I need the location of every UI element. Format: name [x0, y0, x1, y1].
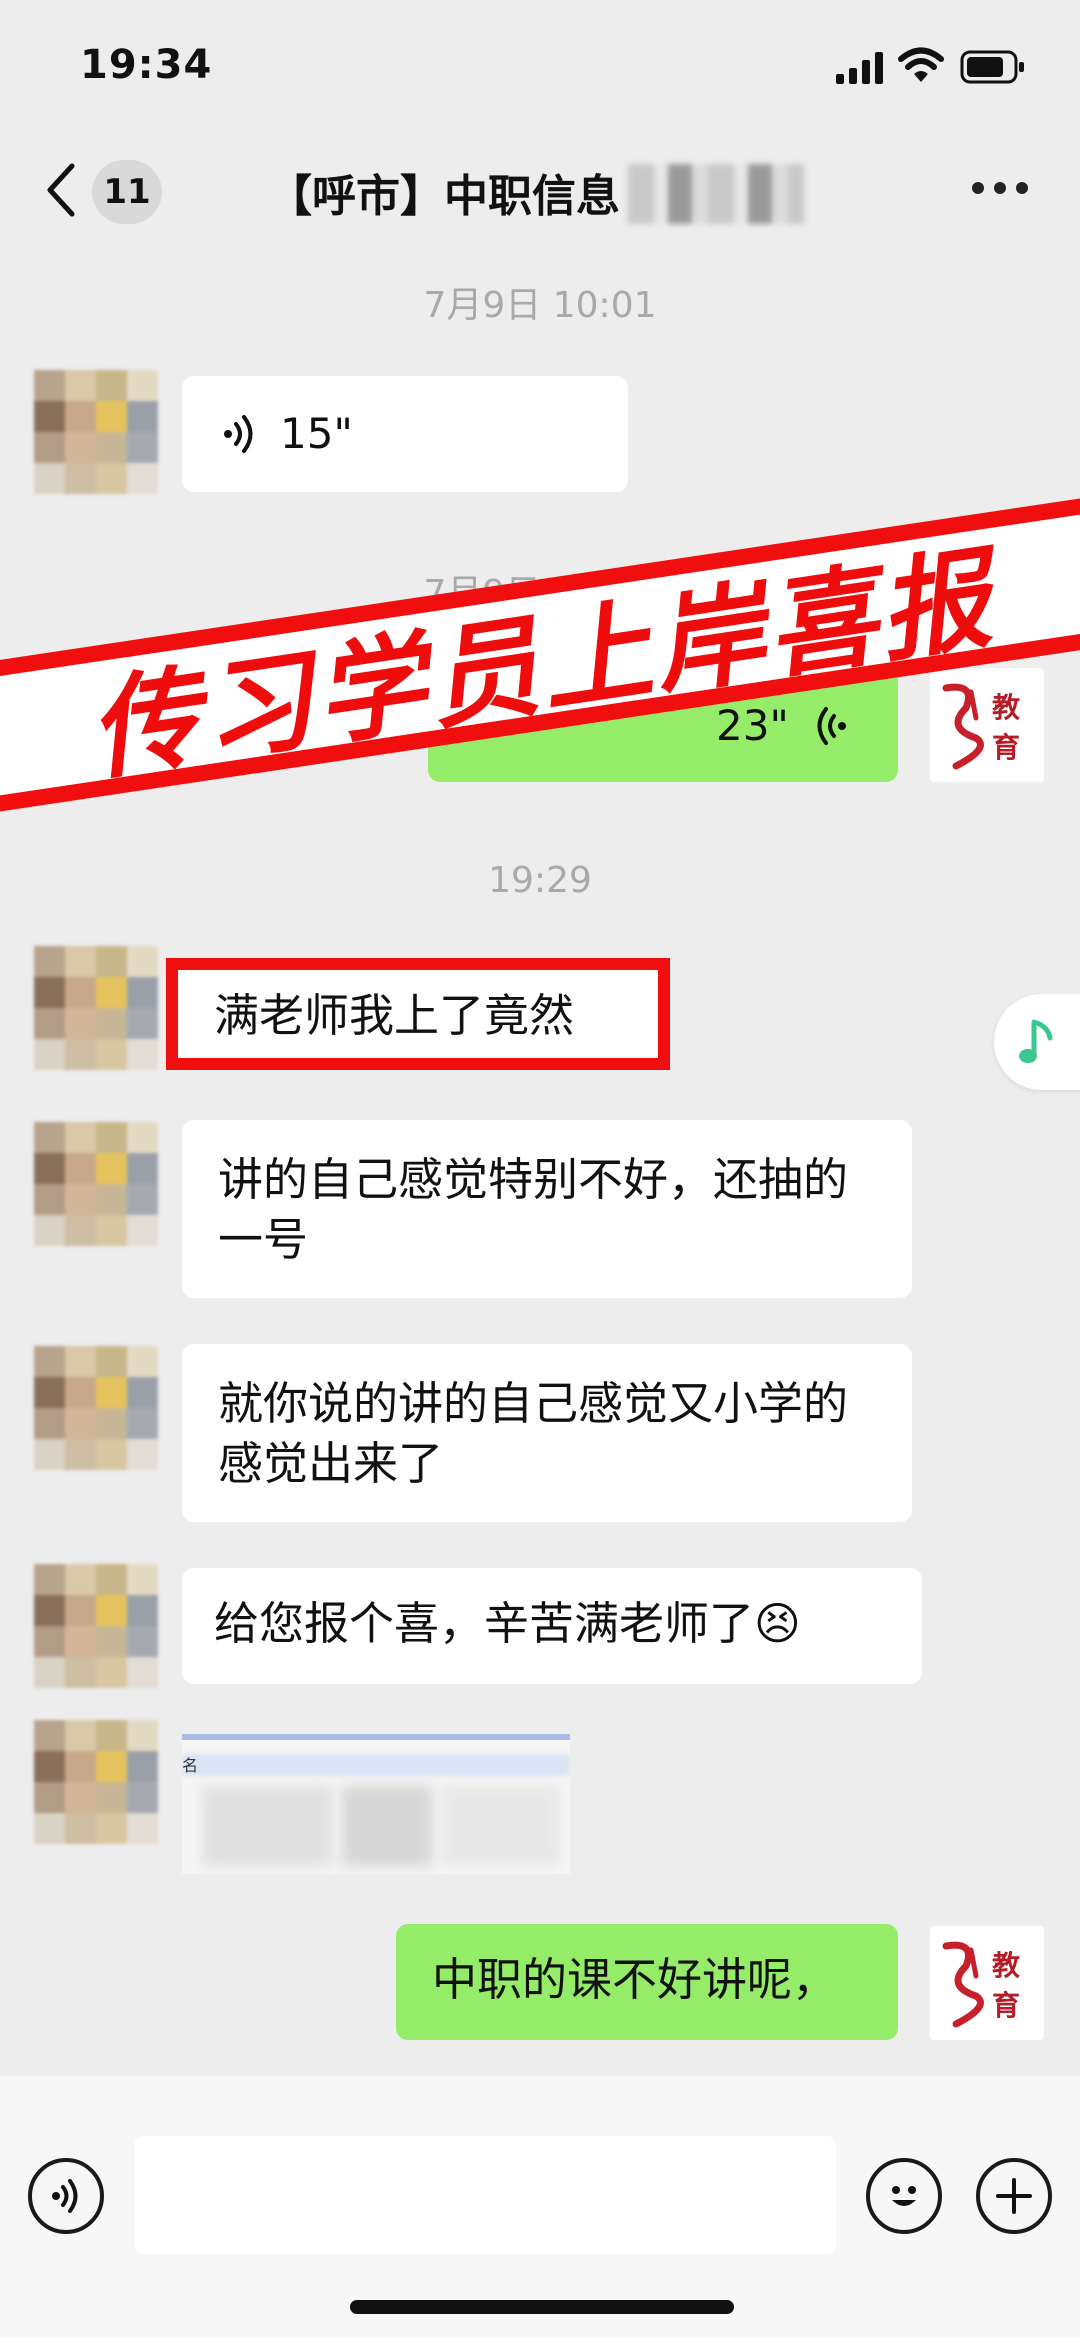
message-text: 给您报个喜，辛苦满老师了😣: [214, 1597, 801, 1650]
sender-logo-avatar[interactable]: 教育: [928, 1924, 1046, 2042]
message-input[interactable]: [134, 2136, 836, 2254]
title-redacted-area: [628, 164, 804, 224]
timestamp: 7月9日 10:01: [423, 285, 657, 326]
voice-duration: 15": [280, 409, 353, 458]
avatar[interactable]: [34, 1720, 158, 1844]
status-bar: 19:34: [0, 0, 1080, 130]
message-text: 就你说的讲的自己感觉又小学的感觉出来了: [218, 1377, 849, 1490]
keyboard-voice-icon: [52, 2179, 78, 2213]
home-indicator[interactable]: [350, 2300, 734, 2314]
text-message-bubble[interactable]: 讲的自己感觉特别不好，还抽的一号: [182, 1120, 912, 1298]
avatar[interactable]: [34, 1564, 158, 1688]
text-message-bubble[interactable]: 给您报个喜，辛苦满老师了😣: [182, 1568, 922, 1684]
battery-icon: [960, 50, 1024, 84]
input-bar: [0, 2076, 1080, 2337]
avatar[interactable]: [34, 1346, 158, 1470]
more-actions-button[interactable]: [976, 2158, 1052, 2234]
wifi-icon: [898, 47, 944, 82]
music-note-icon: [1019, 1019, 1053, 1063]
message-text: 讲的自己感觉特别不好，还抽的一号: [218, 1153, 849, 1266]
back-icon[interactable]: [40, 160, 80, 220]
voice-wave-icon: [224, 415, 253, 453]
voice-wave-icon: [817, 707, 846, 745]
avatar[interactable]: [34, 370, 158, 494]
cellular-signal-icon: [836, 52, 886, 84]
text-message-bubble[interactable]: 就你说的讲的自己感觉又小学的感觉出来了: [182, 1344, 912, 1522]
sender-logo-avatar[interactable]: 教育: [928, 666, 1046, 784]
brand-logo-icon: [942, 683, 984, 770]
unread-count-badge[interactable]: 11: [92, 160, 162, 224]
logo-text: 教育: [992, 1949, 1021, 2022]
voice-message-bubble[interactable]: 15": [182, 376, 628, 492]
emoji-icon: [892, 2186, 916, 2206]
emoji-button[interactable]: [866, 2158, 942, 2234]
timestamp: 19:29: [488, 860, 592, 901]
avatar[interactable]: [34, 946, 158, 1070]
text-message-bubble[interactable]: 中职的课不好讲呢，: [396, 1924, 898, 2040]
voice-input-button[interactable]: [28, 2158, 104, 2234]
image-caption: 名: [182, 1756, 199, 1775]
status-time: 19:34: [80, 42, 213, 88]
message-text: 满老师我上了竟然: [214, 989, 575, 1042]
text-message-bubble-highlighted[interactable]: 满老师我上了竟然: [166, 958, 670, 1070]
avatar[interactable]: [34, 1122, 158, 1246]
message-text: 中职的课不好讲呢，: [432, 1953, 838, 2006]
more-icon[interactable]: [972, 182, 1028, 196]
logo-text: 教育: [992, 691, 1021, 764]
chat-title: 【呼市】中职信息: [268, 171, 620, 222]
music-player-float[interactable]: [994, 994, 1080, 1090]
brand-logo-icon: [942, 1941, 984, 2028]
plus-icon: [996, 2178, 1032, 2214]
image-message-thumbnail[interactable]: 名: [182, 1734, 570, 1874]
